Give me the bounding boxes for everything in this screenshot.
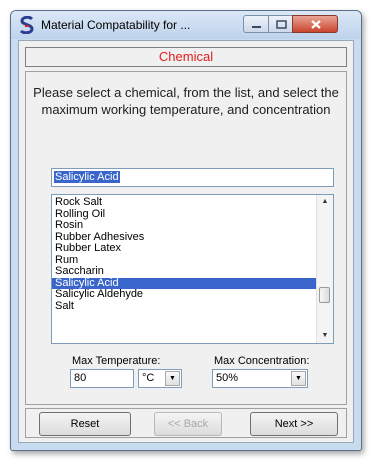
window-title: Material Compatability for ... <box>41 18 191 32</box>
header-panel: Chemical <box>25 47 347 67</box>
max-concentration-select[interactable]: 50% ▼ <box>212 369 308 388</box>
list-item[interactable]: Salicylic Aldehyde <box>52 288 318 301</box>
chevron-down-icon[interactable]: ▼ <box>291 371 306 386</box>
max-temperature-label: Max Temperature: <box>72 355 161 367</box>
max-temperature-input[interactable]: 80 <box>70 369 134 388</box>
chemical-listbox[interactable]: Rock Salt Rolling Oil Rosin Rubber Adhesive… <box>51 194 334 344</box>
close-button[interactable] <box>292 15 338 33</box>
next-button[interactable]: Next >> <box>250 412 338 436</box>
instructions-text: Please select a chemical, from the list,… <box>33 85 339 117</box>
temperature-unit-select[interactable]: °C ▼ <box>138 369 182 388</box>
app-logo-icon <box>19 15 35 35</box>
button-panel: Reset << Back Next >> <box>25 408 347 438</box>
client-area: Chemical Please select a chemical, from … <box>18 40 354 443</box>
reset-button[interactable]: Reset <box>39 412 131 436</box>
list-item[interactable]: Rock Salt <box>52 196 318 209</box>
main-panel: Please select a chemical, from the list,… <box>25 71 347 405</box>
scroll-thumb[interactable] <box>319 287 330 303</box>
chevron-down-icon[interactable]: ▼ <box>165 371 180 386</box>
list-item[interactable]: Salt <box>52 300 318 313</box>
max-temperature-value: 80 <box>74 372 87 384</box>
list-item[interactable]: Rubber Latex <box>52 242 318 255</box>
list-item[interactable]: Saccharin <box>52 265 318 278</box>
temperature-unit-value: °C <box>142 372 155 384</box>
max-concentration-value: 50% <box>216 372 239 384</box>
list-item[interactable]: Rosin <box>52 219 318 232</box>
app-window: Material Compatability for ... Chemical … <box>10 10 362 451</box>
search-input-value: Salicylic Acid <box>54 171 120 183</box>
minimize-button[interactable] <box>243 15 269 33</box>
scroll-down-icon[interactable]: ▼ <box>317 329 333 343</box>
list-scrollbar[interactable]: ▲ ▼ <box>316 195 333 343</box>
back-button[interactable]: << Back <box>154 412 222 436</box>
max-concentration-label: Max Concentration: <box>214 355 310 367</box>
section-title: Chemical <box>158 49 214 64</box>
scroll-up-icon[interactable]: ▲ <box>317 195 333 209</box>
chemical-search-input[interactable]: Salicylic Acid <box>51 168 334 187</box>
maximize-button[interactable] <box>268 15 293 33</box>
chemical-list: Rock Salt Rolling Oil Rosin Rubber Adhesive… <box>52 196 318 313</box>
title-bar[interactable]: Material Compatability for ... <box>11 11 361 39</box>
list-item[interactable]: Rolling Oil <box>52 208 318 221</box>
